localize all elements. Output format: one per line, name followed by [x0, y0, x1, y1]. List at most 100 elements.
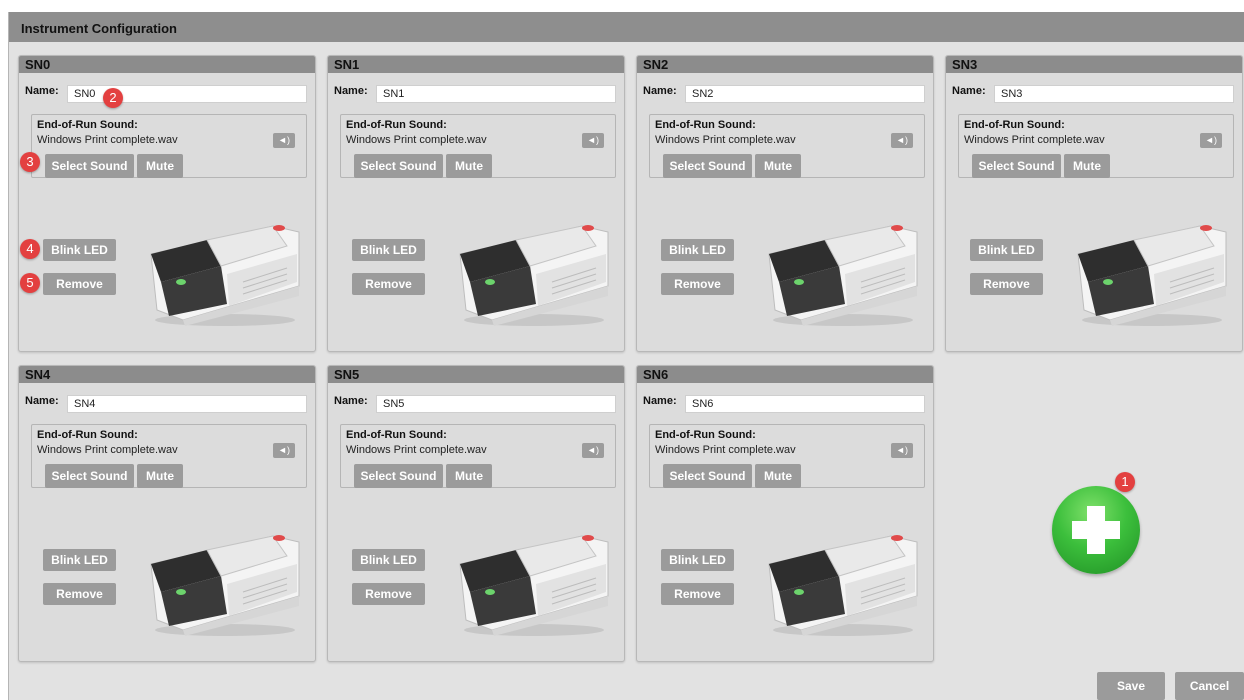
callout-badge-1: 1: [1115, 472, 1135, 492]
instrument-card: SN3 Name: End-of-Run Sound: Windows Print c…: [945, 55, 1243, 352]
name-label: Name:: [643, 85, 677, 97]
name-label: Name:: [334, 395, 368, 407]
play-sound-button[interactable]: ◄): [273, 133, 295, 148]
remove-button[interactable]: Remove: [43, 583, 116, 605]
mute-button[interactable]: Mute: [1064, 154, 1110, 178]
speaker-icon: ◄): [278, 445, 290, 455]
name-row: Name:: [334, 393, 618, 413]
blink-led-button[interactable]: Blink LED: [43, 549, 116, 571]
sound-file-name: Windows Print complete.wav: [37, 444, 178, 456]
end-of-run-sound-label: End-of-Run Sound:: [37, 429, 138, 441]
card-header: SN6: [637, 366, 933, 383]
remove-button[interactable]: Remove: [352, 583, 425, 605]
name-label: Name:: [25, 395, 59, 407]
remove-button[interactable]: Remove: [43, 273, 116, 295]
play-sound-button[interactable]: ◄): [582, 443, 604, 458]
card-header: SN0: [19, 56, 315, 73]
play-sound-button[interactable]: ◄): [273, 443, 295, 458]
end-of-run-sound-label: End-of-Run Sound:: [655, 429, 756, 441]
name-label: Name:: [952, 85, 986, 97]
end-of-run-sound-label: End-of-Run Sound:: [37, 119, 138, 131]
select-sound-button[interactable]: Select Sound: [45, 154, 134, 178]
cancel-button[interactable]: Cancel: [1175, 672, 1244, 700]
speaker-icon: ◄): [278, 135, 290, 145]
play-sound-button[interactable]: ◄): [582, 133, 604, 148]
sound-file-name: Windows Print complete.wav: [346, 134, 487, 146]
save-button[interactable]: Save: [1097, 672, 1165, 700]
name-input[interactable]: [994, 85, 1234, 103]
instrument-image: [1074, 216, 1230, 328]
select-sound-button[interactable]: Select Sound: [354, 154, 443, 178]
sound-file-name: Windows Print complete.wav: [655, 134, 796, 146]
mute-button[interactable]: Mute: [446, 464, 492, 488]
callout-badge-4: 4: [20, 239, 40, 259]
play-sound-button[interactable]: ◄): [1200, 133, 1222, 148]
sound-file-name: Windows Print complete.wav: [346, 444, 487, 456]
instrument-card: SN4 Name: End-of-Run Sound: Windows Print c…: [18, 365, 316, 662]
remove-button[interactable]: Remove: [661, 273, 734, 295]
name-input[interactable]: [376, 395, 616, 413]
name-row: Name:: [952, 83, 1236, 103]
sound-file-name: Windows Print complete.wav: [37, 134, 178, 146]
speaker-icon: ◄): [587, 445, 599, 455]
remove-button[interactable]: Remove: [661, 583, 734, 605]
instrument-card: SN2 Name: End-of-Run Sound: Windows Print c…: [636, 55, 934, 352]
card-header: SN1: [328, 56, 624, 73]
select-sound-button[interactable]: Select Sound: [663, 464, 752, 488]
play-sound-button[interactable]: ◄): [891, 133, 913, 148]
name-input[interactable]: [685, 85, 925, 103]
remove-button[interactable]: Remove: [970, 273, 1043, 295]
sound-file-name: Windows Print complete.wav: [964, 134, 1105, 146]
name-input[interactable]: [376, 85, 616, 103]
select-sound-button[interactable]: Select Sound: [354, 464, 443, 488]
name-input[interactable]: [67, 395, 307, 413]
end-of-run-sound-label: End-of-Run Sound:: [655, 119, 756, 131]
play-sound-button[interactable]: ◄): [891, 443, 913, 458]
name-row: Name:: [25, 393, 309, 413]
plus-icon: [1072, 506, 1120, 554]
remove-button[interactable]: Remove: [352, 273, 425, 295]
select-sound-button[interactable]: Select Sound: [663, 154, 752, 178]
card-header: SN4: [19, 366, 315, 383]
name-row: Name:: [334, 83, 618, 103]
instrument-card: SN1 Name: End-of-Run Sound: Windows Print c…: [327, 55, 625, 352]
name-label: Name:: [25, 85, 59, 97]
instrument-image: [456, 216, 612, 328]
select-sound-button[interactable]: Select Sound: [972, 154, 1061, 178]
instrument-card: SN6 Name: End-of-Run Sound: Windows Print c…: [636, 365, 934, 662]
callout-badge-3: 3: [20, 152, 40, 172]
mute-button[interactable]: Mute: [446, 154, 492, 178]
name-row: Name:: [643, 83, 927, 103]
speaker-icon: ◄): [896, 135, 908, 145]
window-title: Instrument Configuration: [9, 12, 1244, 42]
callout-badge-5: 5: [20, 273, 40, 293]
instrument-image: [765, 526, 921, 638]
blink-led-button[interactable]: Blink LED: [352, 239, 425, 261]
blink-led-button[interactable]: Blink LED: [661, 549, 734, 571]
add-instrument-button[interactable]: [1052, 486, 1140, 574]
end-of-run-sound-label: End-of-Run Sound:: [964, 119, 1065, 131]
mute-button[interactable]: Mute: [137, 464, 183, 488]
name-row: Name:: [643, 393, 927, 413]
select-sound-button[interactable]: Select Sound: [45, 464, 134, 488]
instrument-image: [147, 216, 303, 328]
blink-led-button[interactable]: Blink LED: [43, 239, 116, 261]
mute-button[interactable]: Mute: [755, 464, 801, 488]
mute-button[interactable]: Mute: [137, 154, 183, 178]
sound-file-name: Windows Print complete.wav: [655, 444, 796, 456]
card-header: SN2: [637, 56, 933, 73]
end-of-run-sound-label: End-of-Run Sound:: [346, 119, 447, 131]
name-row: Name:: [25, 83, 309, 103]
name-input[interactable]: [685, 395, 925, 413]
blink-led-button[interactable]: Blink LED: [352, 549, 425, 571]
speaker-icon: ◄): [1205, 135, 1217, 145]
instrument-image: [765, 216, 921, 328]
mute-button[interactable]: Mute: [755, 154, 801, 178]
instrument-card: SN0 Name: End-of-Run Sound: Windows Print c…: [18, 55, 316, 352]
end-of-run-sound-label: End-of-Run Sound:: [346, 429, 447, 441]
instrument-card: SN5 Name: End-of-Run Sound: Windows Print c…: [327, 365, 625, 662]
blink-led-button[interactable]: Blink LED: [970, 239, 1043, 261]
speaker-icon: ◄): [896, 445, 908, 455]
name-label: Name:: [334, 85, 368, 97]
blink-led-button[interactable]: Blink LED: [661, 239, 734, 261]
